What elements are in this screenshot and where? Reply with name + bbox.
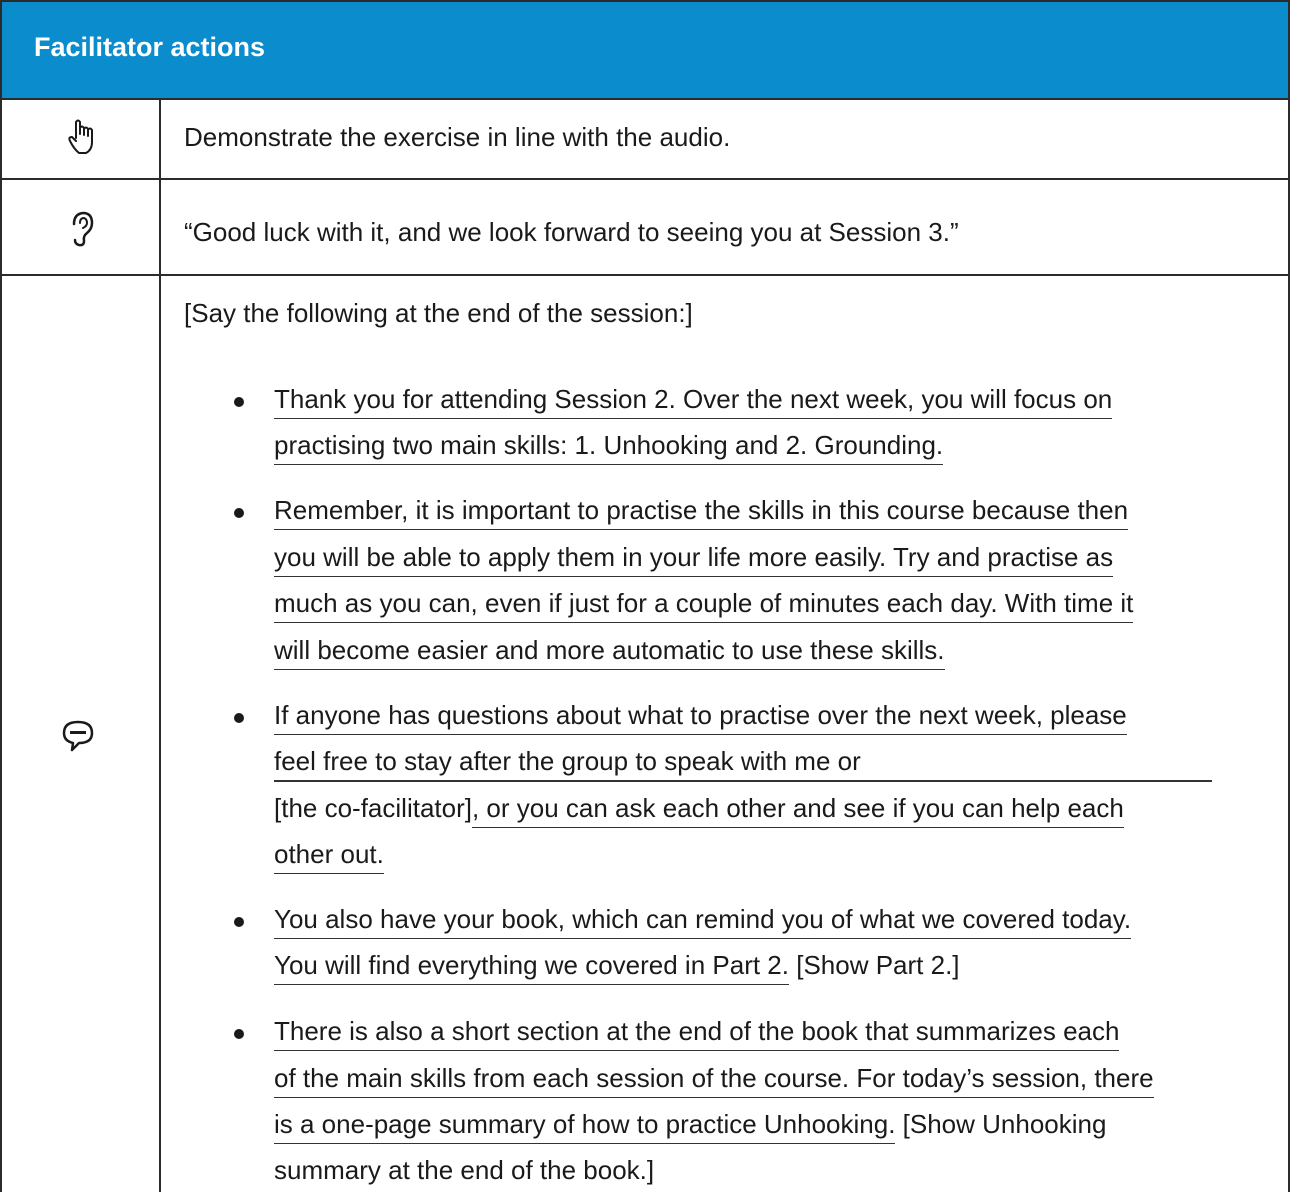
facilitator-actions-table: Facilitator actions Demonstrate the exer… [0, 0, 1290, 1192]
bullet-3-line-3: [the co-facilitator], or you can ask eac… [274, 793, 1124, 828]
bullet-5-line-4: summary at the end of the book.] [274, 1155, 655, 1185]
column-divider [159, 100, 161, 1192]
bullet-1-line-1: Thank you for attending Session 2. Over … [274, 384, 1113, 419]
bullet-3-line-2: feel free to stay after the group to spe… [274, 746, 861, 776]
bullet-dot [234, 917, 244, 927]
bullet-dot [234, 508, 244, 518]
bullet-5-line-2: of the main skills from each session of … [274, 1063, 1154, 1098]
table-header-title: Facilitator actions [34, 32, 266, 62]
bullet-dot [234, 1029, 244, 1039]
speech-bubble-icon [62, 720, 94, 752]
row-1-text: Demonstrate the exercise in line with th… [184, 122, 731, 152]
table-header: Facilitator actions [2, 2, 1288, 100]
underline-rule [274, 780, 1212, 782]
bullet-4-line-2: You will find everything we covered in P… [274, 950, 960, 985]
row-3-intro: [Say the following at the end of the ses… [184, 298, 693, 328]
bullet-2-line-2: you will be able to apply them in your l… [274, 542, 1114, 577]
bullet-5-line-3: is a one-page summary of how to practice… [274, 1109, 1106, 1144]
bullet-dot [234, 713, 244, 723]
row-2-text: “Good luck with it, and we look forward … [184, 217, 959, 247]
bullet-3-line-1: If anyone has questions about what to pr… [274, 700, 1127, 735]
bullet-dot [234, 397, 244, 407]
pointing-hand-icon [68, 119, 93, 154]
bullet-5-line-1: There is also a short section at the end… [274, 1016, 1120, 1051]
bullet-3-line-4: other out. [274, 839, 384, 874]
bullet-1-line-2: practising two main skills: 1. Unhooking… [274, 430, 944, 465]
ear-icon [72, 211, 94, 247]
bullet-4-line-1: You also have your book, which can remin… [274, 904, 1132, 939]
row-divider [2, 274, 1288, 276]
bullet-2-line-1: Remember, it is important to practise th… [274, 495, 1129, 530]
row-divider [2, 178, 1288, 180]
bullet-2-line-3: much as you can, even if just for a coup… [274, 588, 1134, 623]
bullet-2-line-4: will become easier and more automatic to… [274, 635, 945, 670]
